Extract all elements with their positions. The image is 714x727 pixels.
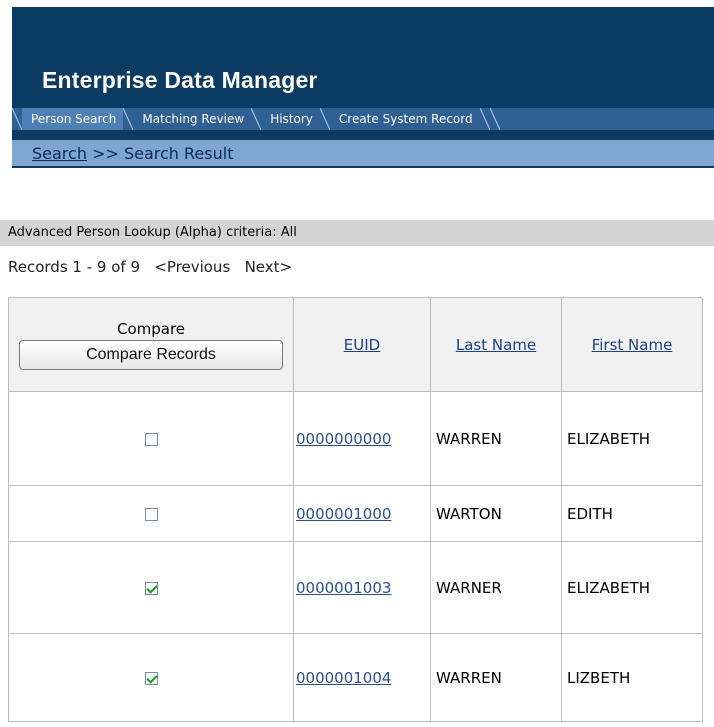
compare-label: Compare bbox=[116, 319, 186, 338]
app-title: Enterprise Data Manager bbox=[42, 67, 318, 93]
tab-person-search[interactable]: Person Search bbox=[22, 108, 124, 130]
euid-cell: 0000001003 bbox=[293, 541, 431, 634]
last-name-cell: WARREN bbox=[430, 633, 562, 722]
results-table: Compare Compare Records EUID Last Name F… bbox=[8, 297, 703, 722]
table-row: 0000001004 WARREN LIZBETH bbox=[8, 633, 703, 722]
euid-cell: 0000000000 bbox=[293, 391, 431, 486]
table-row: 0000000000 WARREN ELIZABETH bbox=[8, 391, 703, 486]
euid-link[interactable]: 0000001000 bbox=[294, 505, 391, 523]
compare-checkbox[interactable] bbox=[144, 671, 158, 685]
euid-column-header: EUID bbox=[293, 297, 431, 392]
breadcrumb-search-link[interactable]: Search bbox=[32, 144, 87, 163]
euid-link[interactable]: 0000001004 bbox=[294, 669, 391, 687]
tab-create-system-record[interactable]: Create System Record bbox=[330, 108, 480, 130]
table-header-row: Compare Compare Records EUID Last Name F… bbox=[8, 297, 703, 392]
tab-history[interactable]: History bbox=[261, 108, 320, 130]
last-name-cell: WARTON bbox=[430, 485, 562, 542]
breadcrumb: Search >> Search Result bbox=[12, 140, 714, 168]
select-cell bbox=[8, 391, 294, 486]
pager: Records 1 - 9 of 9 <Previous Next> bbox=[8, 258, 292, 276]
select-cell bbox=[8, 633, 294, 722]
tab-separator bbox=[489, 108, 500, 130]
compare-checkbox[interactable] bbox=[144, 507, 158, 521]
table-row: 0000001000 WARTON EDITH bbox=[8, 485, 703, 542]
first-name-cell: EDITH bbox=[561, 485, 703, 542]
compare-checkbox[interactable] bbox=[144, 432, 158, 446]
euid-link[interactable]: 0000000000 bbox=[294, 430, 391, 448]
first-name-cell: LIZBETH bbox=[561, 633, 703, 722]
euid-cell: 0000001000 bbox=[293, 485, 431, 542]
sort-first-name-link[interactable]: First Name bbox=[592, 336, 673, 354]
first-name-cell: ELIZABETH bbox=[561, 541, 703, 634]
compare-records-button[interactable]: Compare Records bbox=[19, 339, 283, 370]
tab-separator bbox=[12, 108, 22, 130]
records-count: Records 1 - 9 of 9 bbox=[8, 258, 140, 276]
euid-link[interactable]: 0000001003 bbox=[294, 579, 391, 597]
select-cell bbox=[8, 541, 294, 634]
tab-matching-review[interactable]: Matching Review bbox=[133, 108, 251, 130]
sort-euid-link[interactable]: EUID bbox=[344, 336, 380, 354]
first-name-column-header: First Name bbox=[561, 297, 703, 392]
previous-link[interactable]: <Previous bbox=[154, 258, 230, 276]
breadcrumb-separator: >> bbox=[92, 144, 119, 163]
table-row: 0000001003 WARNER ELIZABETH bbox=[8, 541, 703, 634]
search-criteria-bar: Advanced Person Lookup (Alpha) criteria:… bbox=[0, 220, 714, 246]
main-tabs: Person Search Matching Review History Creat… bbox=[12, 108, 714, 130]
compare-checkbox[interactable] bbox=[144, 581, 158, 595]
compare-column-header: Compare Compare Records bbox=[8, 297, 294, 392]
last-name-cell: WARNER bbox=[430, 541, 562, 634]
tab-separator bbox=[319, 108, 330, 130]
next-link[interactable]: Next> bbox=[245, 258, 293, 276]
euid-cell: 0000001004 bbox=[293, 633, 431, 722]
breadcrumb-current: Search Result bbox=[123, 144, 234, 163]
tab-separator bbox=[251, 108, 262, 130]
sort-last-name-link[interactable]: Last Name bbox=[456, 336, 536, 354]
select-cell bbox=[8, 485, 294, 542]
tab-separator bbox=[123, 108, 134, 130]
last-name-cell: WARREN bbox=[430, 391, 562, 486]
last-name-column-header: Last Name bbox=[430, 297, 562, 392]
first-name-cell: ELIZABETH bbox=[561, 391, 703, 486]
tab-separator bbox=[479, 108, 490, 130]
